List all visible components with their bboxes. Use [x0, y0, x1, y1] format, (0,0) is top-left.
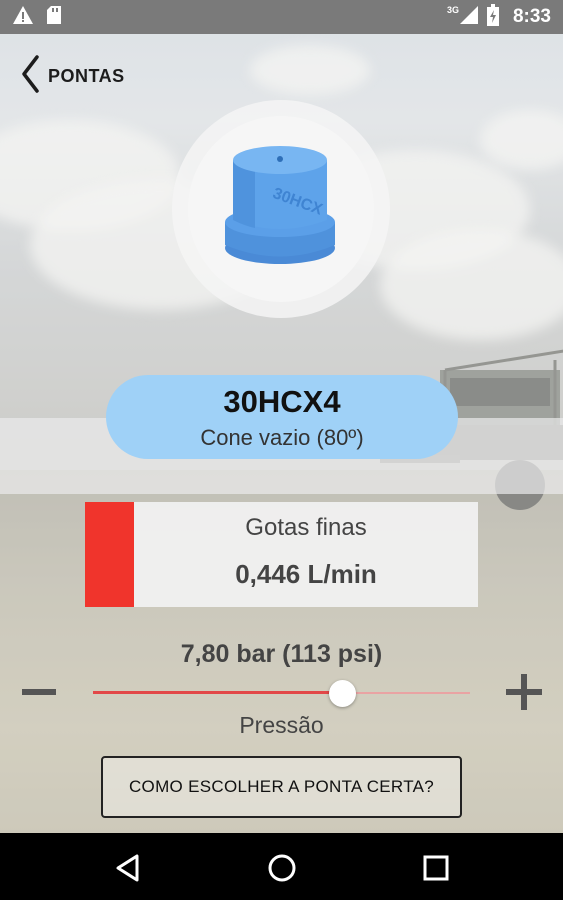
droplet-color-swatch [85, 502, 134, 607]
droplet-class: Gotas finas [245, 514, 367, 541]
back-button[interactable]: PONTAS [20, 54, 125, 98]
nozzle-image: 30HCX [225, 146, 335, 264]
how-to-choose-button[interactable]: COMO ESCOLHER A PONTA CERTA? [101, 756, 462, 818]
chevron-left-icon [20, 54, 40, 98]
nozzle-code: 30HCX4 [223, 384, 341, 419]
system-nav-bar [0, 833, 563, 900]
nozzle-type: Cone vazio (80º) [200, 425, 364, 450]
back-label: PONTAS [48, 65, 125, 86]
nav-recents-icon[interactable] [416, 848, 456, 888]
warning-icon [12, 5, 34, 30]
pressure-slider[interactable] [93, 678, 470, 708]
nav-back-icon[interactable] [108, 848, 148, 888]
pressure-label: Pressão [239, 712, 324, 738]
battery-icon [486, 3, 499, 31]
slider-thumb[interactable] [328, 680, 356, 707]
network-type: 3G [446, 5, 459, 15]
flow-rate: 0,446 L/min [235, 559, 377, 589]
pressure-value: 7,80 bar (113 psi) [180, 640, 383, 668]
signal-icon [459, 5, 479, 30]
increase-pressure-button[interactable] [506, 674, 542, 710]
status-time: 8:33 [512, 6, 551, 27]
slider-fill [93, 691, 342, 694]
sd-card-icon [46, 5, 62, 30]
decrease-pressure-button[interactable] [22, 672, 58, 712]
result-card: Gotas finas 0,446 L/min [85, 502, 478, 607]
nav-home-icon[interactable] [262, 848, 302, 888]
nozzle-title-pill: 30HCX4 Cone vazio (80º) [106, 375, 458, 459]
status-bar: 3G 8:33 [0, 0, 563, 34]
